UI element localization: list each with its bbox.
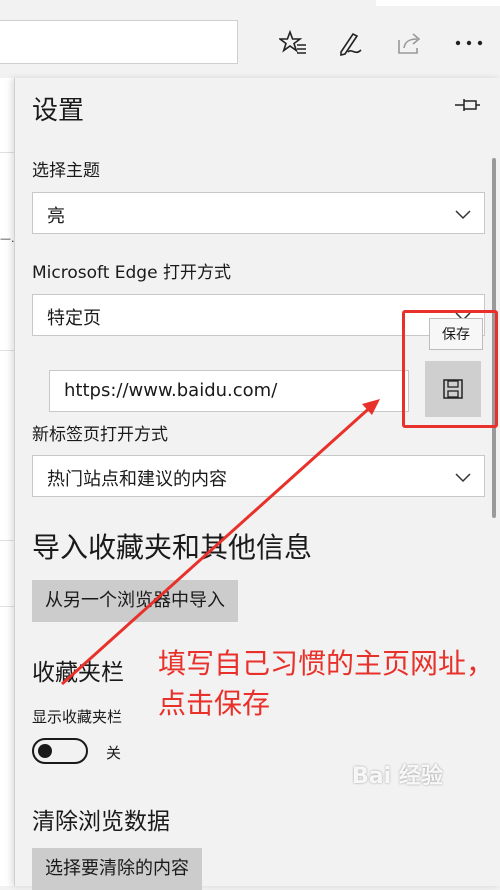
annotation-arrow [60,399,380,686]
watermark: Bai 经验 [352,764,443,789]
